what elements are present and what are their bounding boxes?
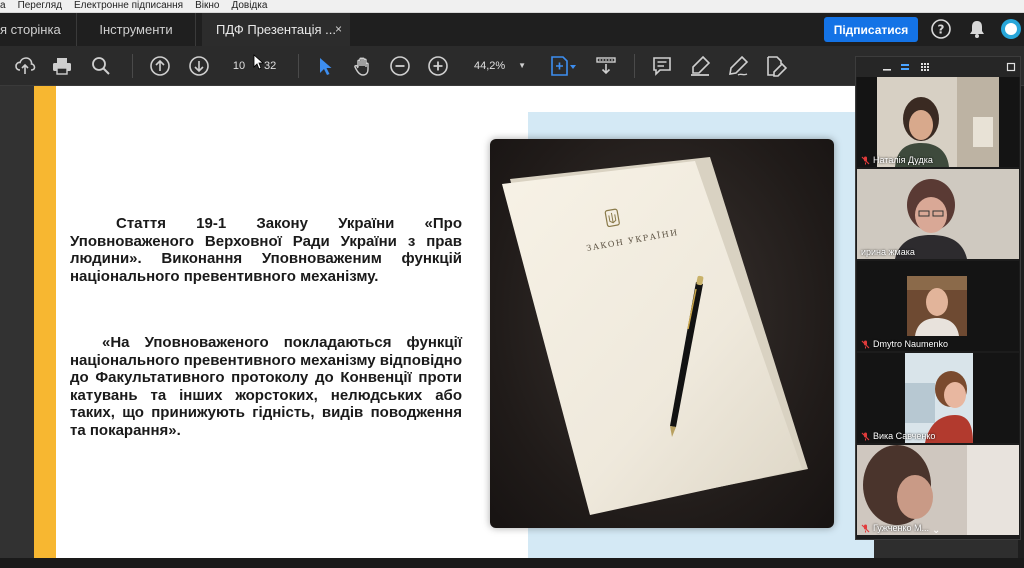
tab-home[interactable]: я сторінка bbox=[0, 13, 75, 46]
sign-in-button[interactable]: Підписатися bbox=[824, 17, 918, 42]
edit-pdf-icon[interactable] bbox=[764, 54, 788, 78]
toolbar-divider bbox=[298, 54, 299, 78]
hand-tool-icon[interactable] bbox=[351, 54, 375, 78]
scroll-mode-icon[interactable] bbox=[594, 54, 618, 78]
strip-view-icon[interactable] bbox=[900, 62, 910, 72]
page-number-input[interactable]: 10 bbox=[226, 57, 252, 75]
tab-document[interactable]: ПДФ Презентація ... × bbox=[202, 13, 350, 46]
participant-video bbox=[877, 77, 999, 167]
maximize-icon[interactable] bbox=[1006, 62, 1016, 72]
menu-bar: а Перегляд Електронне підписання Вікно Д… bbox=[0, 0, 1024, 13]
close-tab-icon[interactable]: × bbox=[335, 22, 342, 36]
tab-document-label: ПДФ Презентація ... bbox=[216, 22, 336, 37]
toolbar-divider bbox=[132, 54, 133, 78]
page-up-icon[interactable] bbox=[148, 54, 172, 78]
participant-name: Вика Савченко bbox=[873, 431, 936, 441]
menu-item-window[interactable]: Вікно bbox=[189, 0, 225, 12]
muted-mic-icon bbox=[861, 432, 870, 440]
svg-text:?: ? bbox=[938, 23, 945, 37]
page-total: 32 bbox=[264, 60, 277, 72]
paragraph-1-text: Стаття 19-1 Закону України «Про Уповнова… bbox=[70, 215, 462, 285]
chevron-down-icon: ▼ bbox=[518, 61, 526, 70]
participant-video bbox=[905, 353, 973, 443]
zoom-out-icon[interactable] bbox=[388, 54, 412, 78]
chevron-down-icon[interactable]: ⌄ bbox=[932, 525, 940, 536]
participant-name: Наталія Дудка bbox=[873, 155, 933, 165]
participant-video bbox=[857, 445, 1019, 535]
comment-icon[interactable] bbox=[650, 54, 674, 78]
tab-bar: я сторінка Інструменти ПДФ Презентація .… bbox=[0, 13, 1024, 46]
page-down-icon[interactable] bbox=[187, 54, 211, 78]
zoom-value: 44,2% bbox=[474, 60, 506, 72]
muted-mic-icon bbox=[861, 156, 870, 164]
participant-name: ирина жмака bbox=[861, 247, 915, 257]
pdf-page[interactable]: ЗАКОН УКРАЇНИ Стаття 19-1 Закону України… bbox=[34, 86, 874, 558]
participant-tile[interactable]: Гужченко М... bbox=[857, 445, 1019, 535]
menu-item-view[interactable]: Перегляд bbox=[12, 0, 68, 12]
paragraph-2-text: «На Уповноваженого покладаються функції … bbox=[70, 334, 462, 439]
sign-icon[interactable] bbox=[726, 54, 750, 78]
select-cursor-icon[interactable] bbox=[313, 54, 337, 78]
help-icon[interactable]: ? bbox=[930, 18, 952, 40]
participant-name-tag: Dmytro Naumenko bbox=[861, 339, 948, 349]
zoom-select[interactable]: 44,2% ▼ bbox=[466, 56, 532, 76]
minimize-icon[interactable] bbox=[882, 62, 892, 72]
participant-tile[interactable]: Наталія Дудка bbox=[857, 77, 1019, 167]
participant-tile[interactable]: Вика Савченко bbox=[857, 353, 1019, 443]
accent-bar bbox=[34, 86, 56, 558]
menu-item-file[interactable]: а bbox=[0, 0, 12, 12]
participant-video bbox=[907, 276, 967, 336]
participant-video bbox=[857, 169, 1019, 259]
participant-tile[interactable]: Dmytro Naumenko bbox=[857, 261, 1019, 351]
muted-mic-icon bbox=[861, 524, 870, 532]
screen: { "menubar": { "items": ["а", "Перегляд"… bbox=[0, 0, 1024, 568]
print-icon[interactable] bbox=[50, 54, 74, 78]
left-panel-rail bbox=[0, 86, 34, 558]
participant-name: Гужченко М... bbox=[873, 523, 929, 533]
participant-tile-active[interactable]: ирина жмака bbox=[857, 169, 1019, 259]
participant-name-tag: Наталія Дудка bbox=[861, 155, 933, 165]
menu-item-e-sign[interactable]: Електронне підписання bbox=[68, 0, 189, 12]
page-fit-icon[interactable] bbox=[548, 54, 578, 78]
menu-item-help[interactable]: Довідка bbox=[225, 0, 273, 12]
highlight-icon[interactable] bbox=[688, 54, 712, 78]
gallery-view-icon[interactable] bbox=[920, 62, 930, 72]
law-document-photo: ЗАКОН УКРАЇНИ bbox=[490, 139, 834, 528]
law-document-image: ЗАКОН УКРАЇНИ bbox=[502, 157, 808, 515]
quote-paragraph: «На Уповноваженого покладаються функції … bbox=[70, 334, 462, 439]
muted-mic-icon bbox=[861, 340, 870, 348]
upload-icon[interactable] bbox=[13, 54, 37, 78]
zoom-in-icon[interactable] bbox=[426, 54, 450, 78]
video-conference-panel[interactable]: Наталія Дудка ирина жмака Dmytro Naumenk… bbox=[855, 56, 1021, 540]
participant-name-tag: Гужченко М... bbox=[861, 523, 929, 533]
bell-icon[interactable] bbox=[966, 18, 988, 40]
video-panel-header bbox=[856, 57, 1020, 77]
tab-tools[interactable]: Інструменти bbox=[76, 13, 196, 46]
participant-name-tag: Вика Савченко bbox=[861, 431, 935, 441]
bottom-bar bbox=[0, 558, 1024, 568]
participant-name: Dmytro Naumenko bbox=[873, 339, 949, 349]
find-icon[interactable] bbox=[89, 54, 113, 78]
avatar-icon[interactable] bbox=[1000, 18, 1022, 40]
article-title-paragraph: Стаття 19-1 Закону України «Про Уповнова… bbox=[70, 215, 462, 285]
participant-name-tag: ирина жмака bbox=[861, 247, 915, 257]
toolbar-divider bbox=[634, 54, 635, 78]
